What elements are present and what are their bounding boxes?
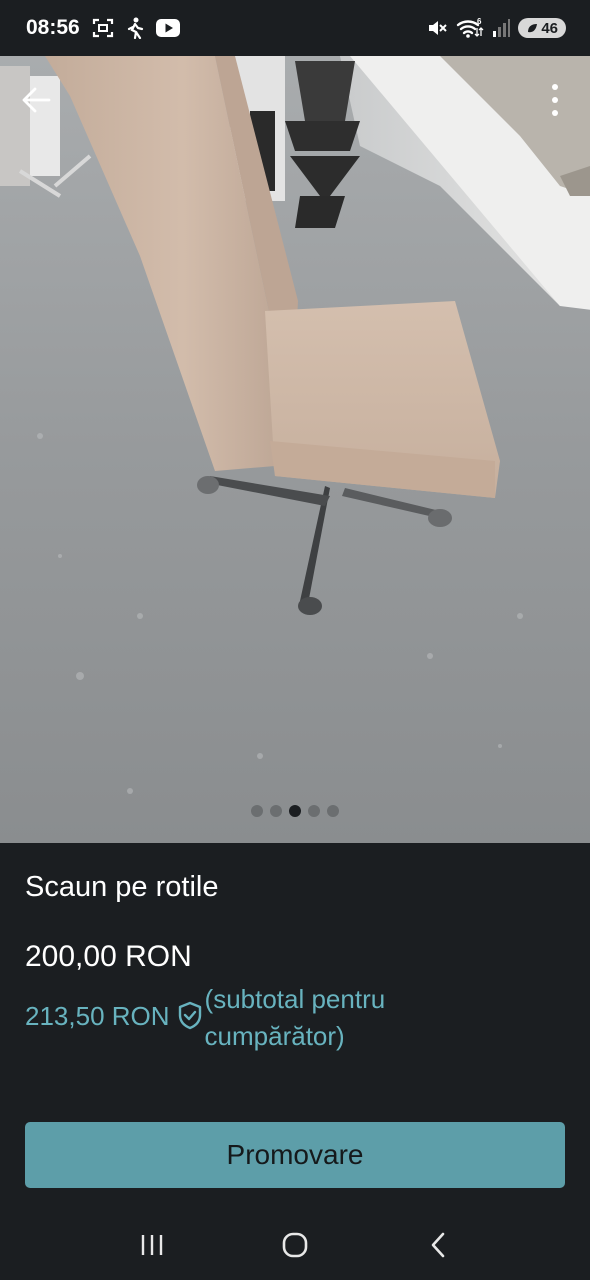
status-bar: 08:56 6 46 bbox=[0, 0, 590, 56]
buyer-subtotal-note: (subtotal pentru cumpărător) bbox=[204, 984, 386, 1051]
home-button[interactable] bbox=[265, 1215, 325, 1275]
battery-icon: 46 bbox=[518, 18, 566, 38]
gallery-dot[interactable] bbox=[270, 805, 282, 817]
walking-icon bbox=[126, 17, 144, 39]
battery-saver-icon bbox=[528, 24, 538, 33]
back-button[interactable] bbox=[14, 78, 58, 122]
recent-apps-button[interactable] bbox=[122, 1215, 182, 1275]
home-icon bbox=[282, 1232, 308, 1258]
chair-photo bbox=[0, 56, 590, 843]
battery-level: 46 bbox=[541, 19, 558, 37]
gallery-indicator bbox=[0, 805, 590, 817]
screenshot-icon bbox=[92, 18, 114, 38]
system-back-button[interactable] bbox=[408, 1215, 468, 1275]
buyer-price: 213,50 RON bbox=[25, 1001, 170, 1031]
recent-apps-icon bbox=[141, 1235, 162, 1255]
youtube-icon bbox=[155, 19, 180, 37]
gallery-dot[interactable] bbox=[308, 805, 320, 817]
signal-icon bbox=[492, 18, 511, 38]
back-arrow-icon bbox=[22, 87, 51, 113]
gallery-dot[interactable] bbox=[327, 805, 339, 817]
more-vert-icon bbox=[552, 84, 558, 116]
shield-check-icon[interactable] bbox=[177, 1001, 203, 1031]
status-right: 6 46 bbox=[426, 17, 566, 39]
gallery-dot[interactable] bbox=[251, 805, 263, 817]
screen: 08:56 6 46 Scaun pe rotile 200,00 RON 21… bbox=[0, 0, 590, 1280]
clock: 08:56 bbox=[26, 16, 80, 39]
system-nav-bar bbox=[0, 1210, 590, 1280]
listing-price: 200,00 RON bbox=[25, 940, 192, 973]
wifi-icon: 6 bbox=[456, 17, 484, 39]
more-options-button[interactable] bbox=[540, 80, 570, 120]
svg-text:6: 6 bbox=[477, 17, 482, 26]
gallery-dot-active[interactable] bbox=[289, 805, 301, 817]
promote-button[interactable]: Promovare bbox=[25, 1122, 565, 1188]
status-left: 08:56 bbox=[26, 16, 180, 40]
listing-title: Scaun pe rotile bbox=[25, 871, 219, 903]
buyer-price-row: 213,50 RON (subtotal pentru cumpărător) bbox=[25, 981, 445, 1055]
mute-icon bbox=[426, 17, 448, 39]
back-icon bbox=[432, 1232, 445, 1258]
listing-photo[interactable] bbox=[0, 56, 590, 843]
